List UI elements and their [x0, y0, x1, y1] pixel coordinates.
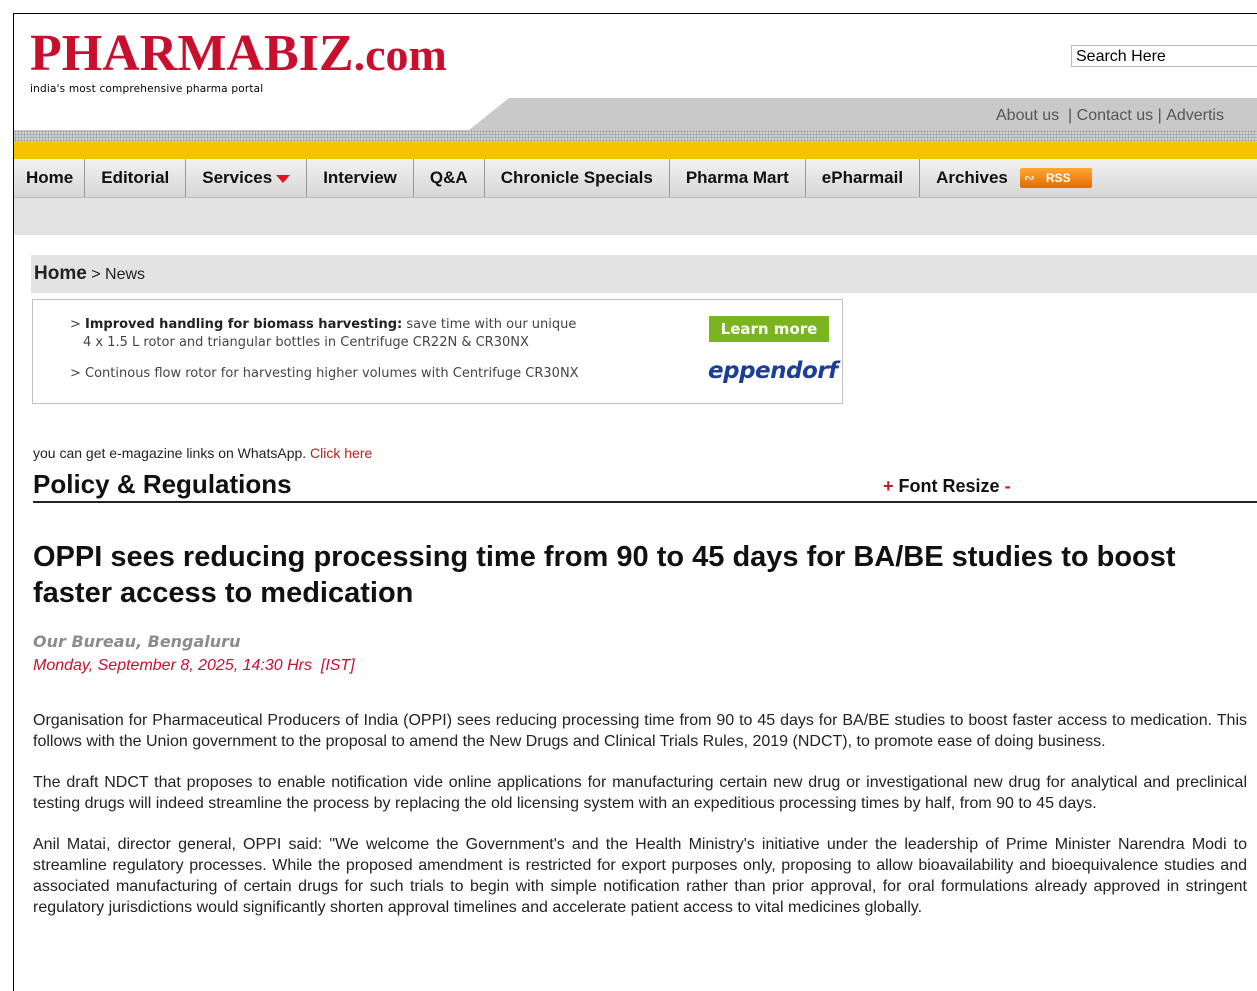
advertise-link[interactable]: Advertis: [1166, 107, 1224, 124]
sub-nav-bar: [14, 198, 1257, 235]
header-dotted-strip: [14, 130, 1257, 142]
rss-icon: ∾: [1023, 170, 1035, 185]
breadcrumb-home[interactable]: Home: [31, 263, 87, 284]
nav-services-label: Services: [202, 168, 273, 187]
about-us-link[interactable]: About us: [996, 107, 1059, 124]
section-title: Policy & Regulations: [33, 469, 292, 499]
section-header: Policy & Regulations + Font Resize -: [33, 469, 1257, 503]
eppendorf-logo: eppendorf: [708, 358, 838, 384]
font-increase-button[interactable]: +: [883, 476, 894, 496]
eppendorf-ad-banner[interactable]: > Improved handling for biomass harvesti…: [32, 299, 843, 404]
contact-us-link[interactable]: Contact us: [1077, 107, 1153, 124]
nav-chronicle-specials[interactable]: Chronicle Specials: [485, 159, 670, 197]
page-frame: PHARMABIZ.com india's most comprehensive…: [13, 13, 1257, 991]
nav-editorial[interactable]: Editorial: [85, 159, 187, 197]
ad-line-1-bold: Improved handling for biomass harvesting…: [85, 317, 403, 332]
nav-epharmail[interactable]: ePharmail: [806, 159, 921, 197]
nav-interview[interactable]: Interview: [307, 159, 414, 197]
learn-more-button[interactable]: Learn more: [709, 316, 829, 342]
main-nav: Home Editorial Services Interview Q&A Ch…: [14, 159, 1257, 198]
top-links: About us | Contact us | Advertis: [996, 107, 1224, 124]
ad-line-1: > Improved handling for biomass harvesti…: [70, 317, 577, 332]
rss-label: RSS: [1045, 171, 1071, 185]
nav-pharma-mart[interactable]: Pharma Mart: [670, 159, 806, 197]
site-logo[interactable]: PHARMABIZ.com india's most comprehensive…: [30, 25, 447, 96]
nav-qa[interactable]: Q&A: [414, 159, 485, 197]
nav-archives[interactable]: Archives: [920, 159, 1008, 197]
ad-line-1-rest: save time with our unique: [406, 317, 577, 332]
article-body: Organisation for Pharmaceutical Producer…: [33, 710, 1247, 938]
whatsapp-notice: you can get e-magazine links on WhatsApp…: [33, 445, 372, 461]
breadcrumb-separator: >: [91, 266, 101, 283]
article-headline: OPPI sees reducing processing time from …: [33, 541, 1176, 609]
ad-line-3: > Continous flow rotor for harvesting hi…: [70, 366, 579, 381]
caret-down-icon: [276, 174, 291, 183]
whatsapp-click-here-link[interactable]: Click here: [310, 445, 372, 461]
article-paragraph: The draft NDCT that proposes to enable n…: [33, 774, 1247, 812]
article-dateline: Monday, September 8, 2025, 14:30 Hrs [IS…: [33, 657, 355, 674]
article-byline: Our Bureau, Bengaluru: [33, 632, 241, 651]
nav-home[interactable]: Home: [14, 159, 86, 197]
logo-text: PHARMABIZ: [30, 25, 354, 82]
logo-tagline: india's most comprehensive pharma portal: [30, 83, 264, 95]
breadcrumb: Home > News: [31, 255, 1257, 293]
rss-button[interactable]: ∾ RSS: [1019, 168, 1092, 188]
font-resize-label: Font Resize: [898, 476, 1000, 496]
whatsapp-text: you can get e-magazine links on WhatsApp…: [33, 445, 307, 461]
article-paragraph: Anil Matai, director general, OPPI said:…: [33, 836, 1247, 916]
article-paragraph: Organisation for Pharmaceutical Producer…: [33, 712, 1247, 750]
nav-services[interactable]: Services: [186, 159, 308, 197]
font-decrease-button[interactable]: -: [1005, 476, 1011, 496]
breadcrumb-current: News: [105, 266, 146, 283]
font-resize-control: + Font Resize -: [883, 476, 1011, 497]
yellow-band: [14, 142, 1257, 159]
ad-line-2: 4 x 1.5 L rotor and triangular bottles i…: [83, 335, 529, 350]
search-input[interactable]: Search Here: [1071, 45, 1257, 67]
logo-dotcom: .com: [353, 29, 447, 80]
